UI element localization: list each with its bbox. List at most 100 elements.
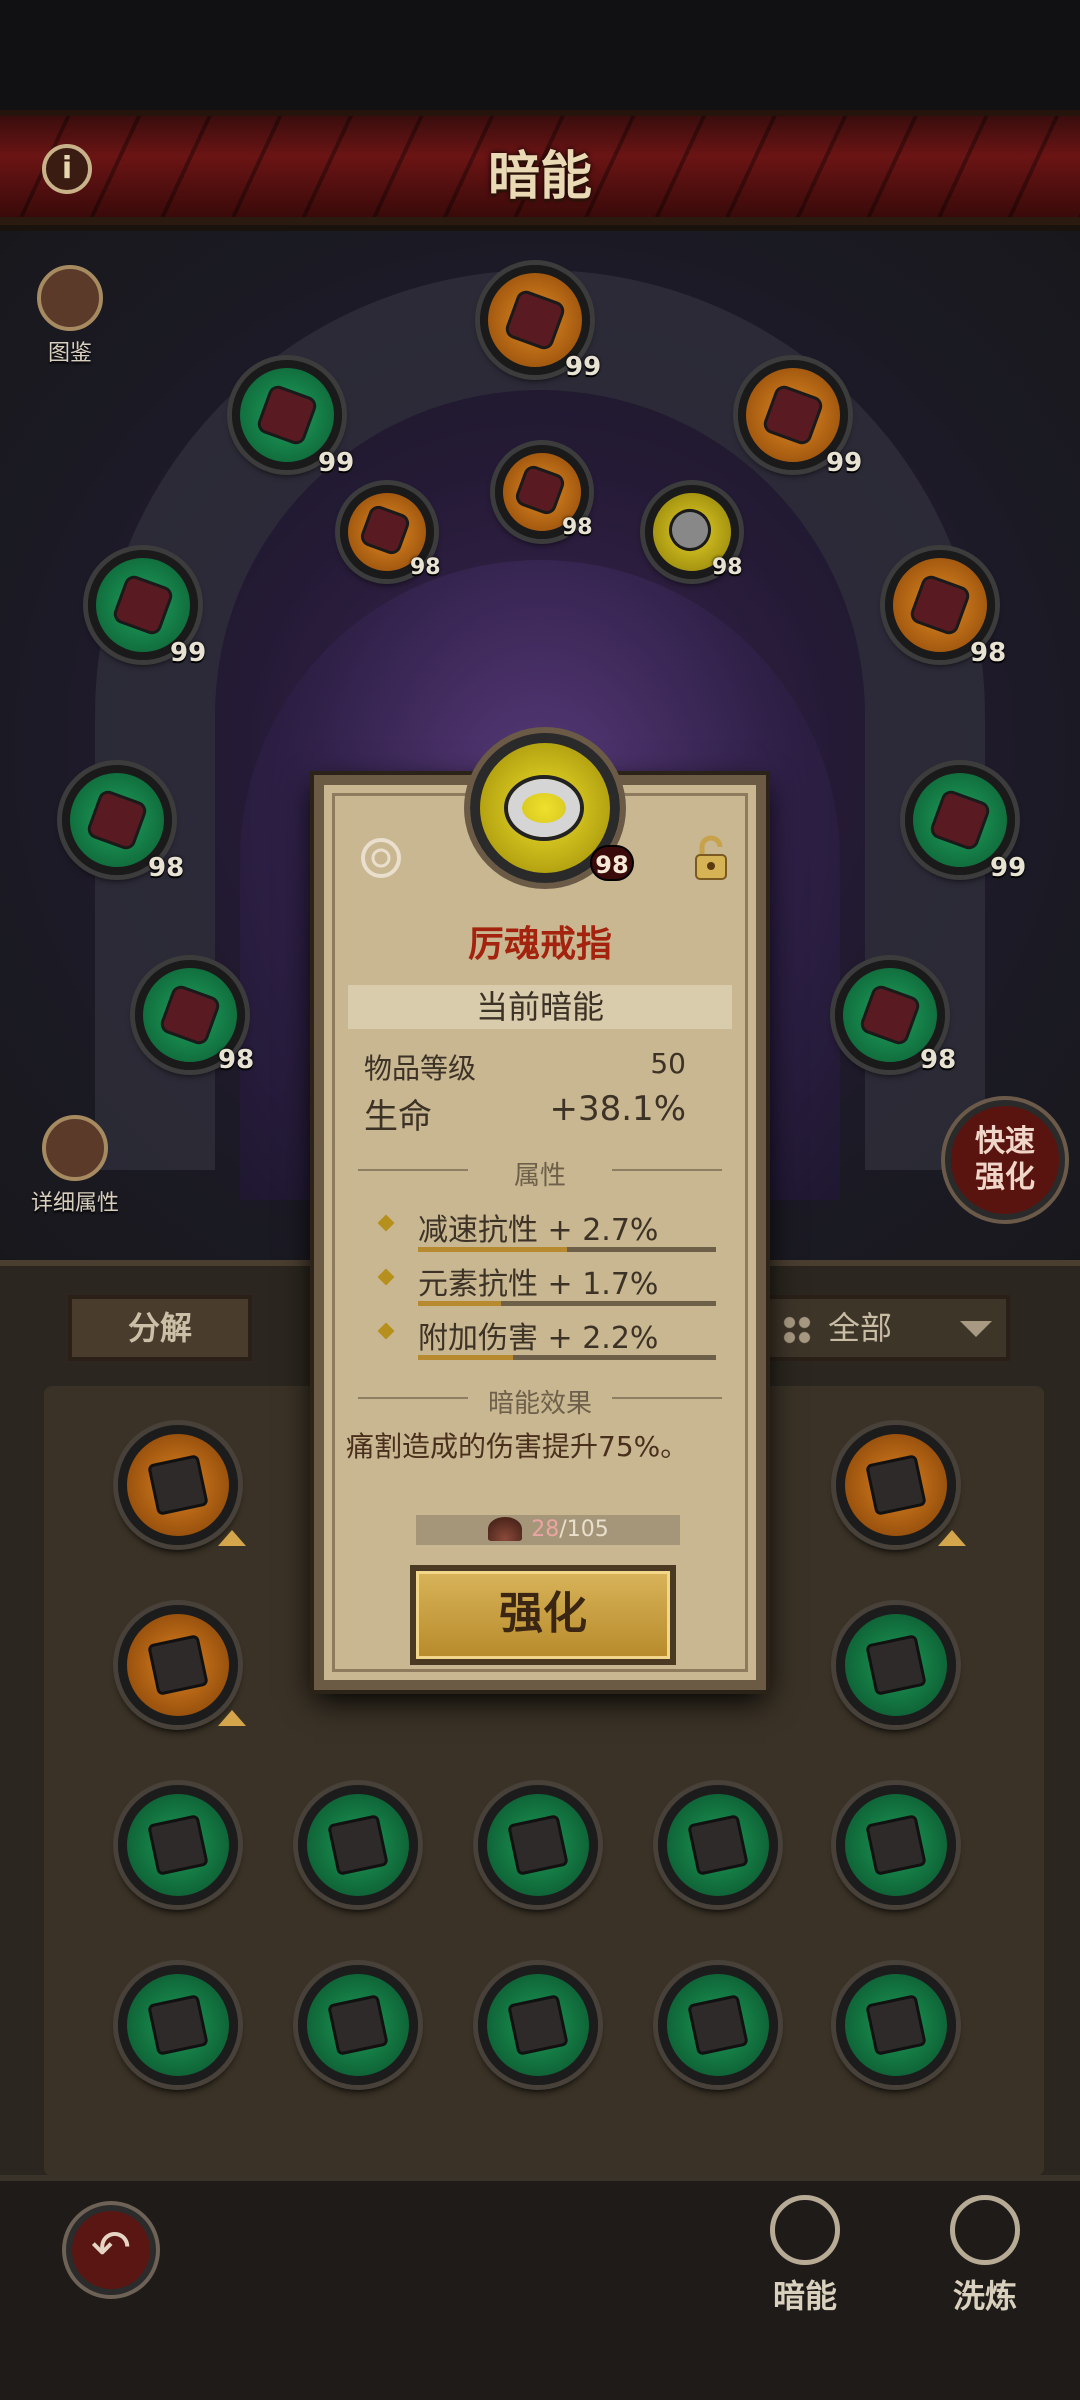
ring-icon [508, 779, 580, 837]
effect-divider: 暗能效果 [348, 1383, 732, 1419]
attribute-bar [418, 1301, 716, 1306]
inventory-item[interactable] [118, 1605, 238, 1725]
slot-inner-mid-level: 98 [562, 515, 593, 540]
glove-icon [507, 1994, 569, 2056]
helmet-icon [254, 382, 320, 448]
codex-button[interactable]: 图鉴 [30, 265, 110, 367]
gauntlet-icon [327, 1814, 389, 1876]
decompose-button[interactable]: 分解 [68, 1295, 252, 1361]
inventory-item[interactable] [658, 1965, 778, 2085]
tab-dark-energy[interactable]: 暗能 [755, 2195, 855, 2317]
attributes-divider: 属性 [348, 1155, 732, 1191]
back-button[interactable]: ↶ [66, 2205, 156, 2295]
tab-refine-label: 洗炼 [952, 2277, 1017, 2315]
quick-upgrade-button[interactable]: 快速 强化 [945, 1100, 1065, 1220]
chevron-down-icon [960, 1321, 992, 1337]
inventory-item[interactable] [836, 1965, 956, 2085]
quick-label-1: 快速 [975, 1124, 1035, 1159]
slot-bottom-right-level: 98 [920, 1045, 957, 1075]
gauntlet-icon [147, 1814, 209, 1876]
attribute-row: 元素抗性 + 1.7% [377, 1259, 716, 1307]
details-button[interactable]: 详细属性 [20, 1115, 130, 1217]
inventory-item[interactable] [298, 1785, 418, 1905]
filter-dropdown[interactable]: 全部 [760, 1295, 1010, 1361]
codex-label: 图鉴 [47, 341, 92, 366]
ore-pile-icon [488, 1517, 522, 1541]
slot-upper-left-level: 99 [318, 448, 355, 478]
ring-icon [663, 503, 717, 557]
item-level-row: 物品等级 50 [364, 1047, 716, 1087]
slot-inner-left-level: 98 [410, 555, 441, 580]
attribute-row: 附加伤害 + 2.2% [377, 1313, 716, 1361]
slot-bottom-left-level: 98 [218, 1045, 255, 1075]
inventory-item[interactable] [836, 1605, 956, 1725]
triple-ring-icon [950, 2195, 1020, 2265]
upgrade-arrow-icon [218, 1710, 246, 1726]
details-label: 详细属性 [30, 1191, 119, 1216]
slot-upper-right-level: 99 [826, 448, 863, 478]
attribute-bar-fill [418, 1247, 567, 1252]
attribute-bar [418, 1247, 716, 1252]
item-level-badge: 98 [590, 845, 634, 881]
vest-icon [687, 1814, 749, 1876]
unlock-icon[interactable] [686, 833, 736, 883]
stats-icon [42, 1115, 108, 1181]
claw-icon [927, 787, 993, 853]
item-name: 厉魂戒指 [467, 924, 612, 965]
tab-dark-energy-label: 暗能 [772, 2277, 837, 2315]
staff-icon [147, 1454, 209, 1516]
current-section-header: 当前暗能 [348, 985, 732, 1029]
bottom-nav [0, 2175, 1080, 2400]
attribute-text: 附加伤害 + 2.2% [418, 1321, 659, 1356]
screen: i 暗能 图鉴 详细属性 快速 强化 99 99 99 98 98 98 99 … [0, 0, 1080, 2400]
glove-icon [687, 1994, 749, 2056]
boot-icon [907, 572, 973, 638]
armor-icon [865, 1454, 927, 1516]
attribute-text: 元素抗性 + 1.7% [418, 1267, 659, 1302]
boot-icon [327, 1994, 389, 2056]
attribute-row: 减速抗性 + 2.7% [377, 1205, 716, 1253]
filter-label: 全部 [828, 1309, 893, 1347]
attribute-bar-fill [418, 1355, 514, 1360]
inventory-item[interactable] [298, 1965, 418, 2085]
main-stat-label: 生命 [364, 1097, 432, 1137]
slot-low-right-level: 99 [990, 853, 1027, 883]
item-detail-popup: 98 厉魂戒指 当前暗能 物品等级 50 生命 +38.1% 属性 减速抗性 +… [314, 733, 766, 1690]
glove-icon [857, 982, 923, 1048]
mask-icon [513, 463, 567, 517]
inventory-item[interactable] [836, 1425, 956, 1545]
main-stat-value: +38.1% [549, 1089, 687, 1129]
attribute-text: 减速抗性 + 2.7% [418, 1213, 659, 1248]
inventory-item[interactable] [836, 1785, 956, 1905]
staff-icon [502, 287, 568, 353]
diamond-bullet-icon [377, 1214, 395, 1232]
inventory-item[interactable] [478, 1785, 598, 1905]
effect-description: 痛割造成的伤害提升75%。 [346, 1430, 689, 1463]
title-bar: i 暗能 [0, 110, 1080, 225]
shoulder-icon [84, 787, 150, 853]
upgrade-arrow-icon [218, 1530, 246, 1546]
grid-icon [782, 1315, 812, 1345]
armor-icon [110, 572, 176, 638]
slot-top-level: 99 [565, 352, 602, 382]
inventory-item[interactable] [118, 1425, 238, 1545]
material-cost: 28/105 [416, 1515, 680, 1545]
tab-refine[interactable]: 洗炼 [935, 2195, 1035, 2317]
inventory-item[interactable] [118, 1965, 238, 2085]
helmet-icon [865, 1634, 927, 1696]
item-level-value: 50 [650, 1047, 686, 1080]
cost-total: /105 [559, 1517, 609, 1542]
slot-low-left-level: 98 [148, 853, 185, 883]
pants-icon [157, 982, 223, 1048]
rose-emblem-icon[interactable] [356, 833, 406, 883]
inventory-item[interactable] [478, 1965, 598, 2085]
armor-icon [507, 1814, 569, 1876]
inventory-item[interactable] [658, 1785, 778, 1905]
boot-icon [147, 1994, 209, 2056]
sword-icon [770, 2195, 840, 2265]
diamond-bullet-icon [377, 1268, 395, 1286]
quick-label-2: 强化 [975, 1160, 1035, 1195]
upgrade-button[interactable]: 强化 [410, 1565, 676, 1665]
inventory-item[interactable] [118, 1785, 238, 1905]
slot-mid-right-level: 98 [970, 638, 1007, 668]
